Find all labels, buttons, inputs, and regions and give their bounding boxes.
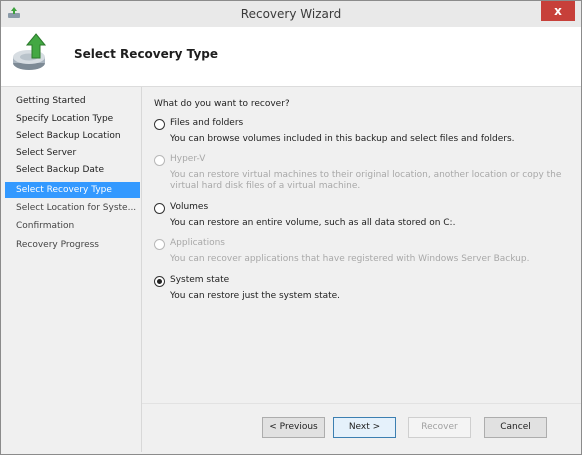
option-description: You can recover applications that have r… xyxy=(170,254,530,264)
step-select-recovery-type[interactable]: Select Recovery Type xyxy=(5,182,140,198)
radio-volumes[interactable] xyxy=(154,203,165,214)
recovery-wizard-window: Recovery Wizard x Select Recovery Type G… xyxy=(0,0,582,455)
option-label: Applications xyxy=(170,238,225,248)
option-label[interactable]: Volumes xyxy=(170,202,208,212)
radio-applications xyxy=(154,239,165,250)
step-select-location-for-system: Select Location for Syste... xyxy=(16,203,137,213)
previous-button[interactable]: < Previous xyxy=(262,417,325,438)
step-recovery-progress: Recovery Progress xyxy=(16,240,99,250)
step-select-backup-location[interactable]: Select Backup Location xyxy=(5,128,140,144)
wizard-steps-sidebar: Getting Started Specify Location Type Se… xyxy=(1,87,141,454)
page-title: Select Recovery Type xyxy=(74,47,218,61)
window-title: Recovery Wizard xyxy=(240,7,342,21)
radio-hyper-v xyxy=(154,155,165,166)
question-label: What do you want to recover? xyxy=(154,99,290,109)
close-button[interactable]: x xyxy=(541,1,575,21)
step-select-backup-date[interactable]: Select Backup Date xyxy=(5,162,140,178)
step-select-server[interactable]: Select Server xyxy=(5,145,140,161)
step-specify-location-type[interactable]: Specify Location Type xyxy=(5,111,140,127)
radio-system-state[interactable] xyxy=(154,276,165,287)
option-description: You can restore virtual machines to thei… xyxy=(170,170,562,191)
option-label: Hyper-V xyxy=(170,154,206,164)
option-label[interactable]: System state xyxy=(170,275,229,285)
step-confirmation: Confirmation xyxy=(16,221,75,231)
backup-restore-icon xyxy=(13,33,47,70)
radio-files-and-folders[interactable] xyxy=(154,119,165,130)
wizard-footer: < Previous Next > Recover Cancel xyxy=(142,403,581,454)
wizard-header: Select Recovery Type xyxy=(1,27,581,87)
option-description: You can browse volumes included in this … xyxy=(170,134,515,144)
step-getting-started[interactable]: Getting Started xyxy=(5,93,140,109)
title-bar[interactable]: Recovery Wizard x xyxy=(1,1,581,27)
recovery-type-panel: What do you want to recover? Files and f… xyxy=(142,87,581,403)
cancel-button[interactable]: Cancel xyxy=(484,417,547,438)
option-label[interactable]: Files and folders xyxy=(170,118,243,128)
recover-button: Recover xyxy=(408,417,471,438)
option-description: You can restore an entire volume, such a… xyxy=(170,218,456,228)
option-description: You can restore just the system state. xyxy=(170,291,341,301)
next-button[interactable]: Next > xyxy=(333,417,396,438)
